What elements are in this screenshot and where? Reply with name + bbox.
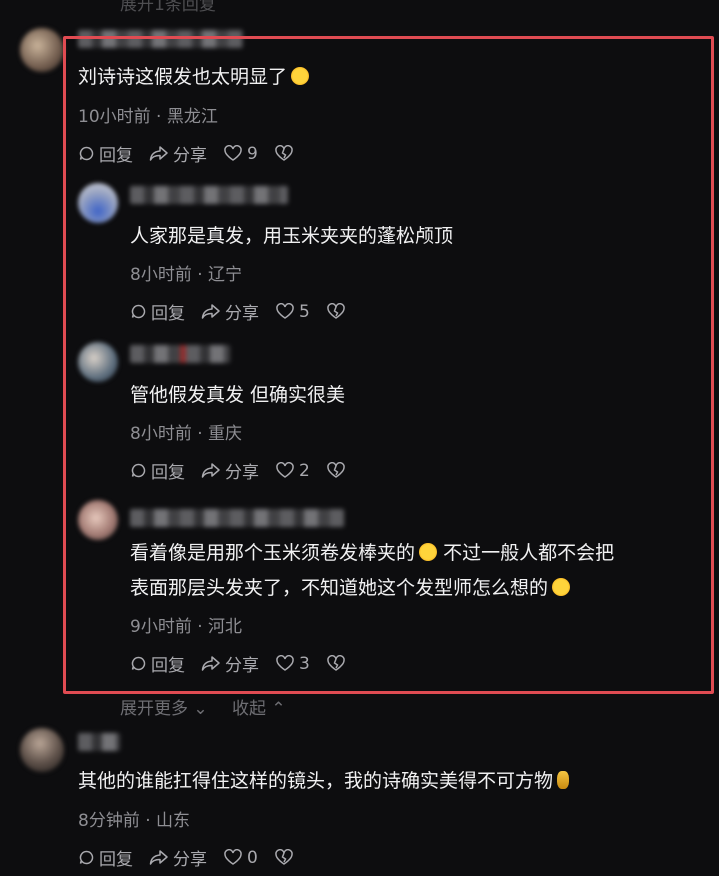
broken-heart-icon — [275, 145, 293, 161]
heart-icon — [276, 462, 294, 478]
reply-button[interactable]: 回复 — [130, 651, 185, 676]
reply-text-line2: 表面那层头发夹了，不知道她这个发型师怎么想的 — [130, 571, 571, 605]
reply-meta: 8小时前 · 辽宁 — [130, 265, 243, 285]
expand-more-link[interactable]: 展开更多 ⌄ — [120, 694, 208, 719]
share-icon — [149, 850, 168, 865]
reply-button[interactable]: 回复 — [78, 141, 133, 166]
reply-button[interactable]: 回复 — [78, 845, 133, 870]
broken-heart-icon — [327, 303, 345, 319]
heart-icon — [224, 849, 242, 865]
share-button[interactable]: 分享 — [201, 299, 259, 324]
username-blurred[interactable] — [130, 345, 230, 363]
comment-text: 刘诗诗这假发也太明显了 — [78, 60, 310, 94]
reply-icon — [79, 146, 94, 161]
share-button[interactable]: 分享 — [149, 141, 207, 166]
share-icon — [201, 463, 220, 478]
reply-text: 人家那是真发，用玉米夹夹的蓬松颅顶 — [130, 225, 454, 247]
dislike-button[interactable] — [274, 145, 298, 162]
share-icon — [201, 656, 220, 671]
username-blurred[interactable] — [78, 733, 120, 751]
avatar[interactable] — [20, 28, 64, 72]
share-icon — [201, 304, 220, 319]
like-button[interactable]: 2 — [275, 461, 310, 481]
dislike-button[interactable] — [326, 655, 350, 672]
comment-meta: 8分钟前 · 山东 — [78, 811, 191, 831]
reply-button[interactable]: 回复 — [130, 458, 185, 483]
reply-meta: 8小时前 · 重庆 — [130, 424, 243, 444]
avatar[interactable] — [20, 728, 64, 772]
like-button[interactable]: 9 — [223, 144, 258, 164]
heart-icon — [276, 303, 294, 319]
username-blurred[interactable] — [130, 509, 344, 527]
comment-actions: 回复 分享 0 — [78, 845, 314, 870]
reply-button[interactable]: 回复 — [130, 299, 185, 324]
reply-actions: 回复 分享 2 — [130, 458, 366, 483]
broken-heart-icon — [327, 655, 345, 671]
collapse-link[interactable]: 收起 ⌃ — [232, 694, 286, 719]
reply-icon — [79, 850, 94, 865]
comment-actions: 回复 分享 9 — [78, 141, 314, 166]
comment-meta: 10小时前 · 黑龙江 — [78, 107, 218, 127]
like-button[interactable]: 0 — [223, 848, 258, 868]
chevron-up-icon: ⌃ — [266, 699, 286, 719]
broken-heart-icon — [327, 462, 345, 478]
avatar[interactable] — [78, 183, 118, 223]
reply-actions: 回复 分享 5 — [130, 299, 366, 324]
reply-icon — [131, 463, 146, 478]
like-button[interactable]: 5 — [275, 302, 310, 322]
expand-replies-link[interactable]: 展开1条回复 — [120, 0, 216, 15]
gold-medal-emoji-icon — [557, 771, 570, 789]
reply-icon — [131, 656, 146, 671]
share-button[interactable]: 分享 — [149, 845, 207, 870]
broken-heart-icon — [275, 849, 293, 865]
chevron-down-icon: ⌄ — [188, 699, 208, 719]
reply-text: 看着像是用那个玉米须卷发棒夹的 不过一般人都不会把 — [130, 542, 615, 564]
heart-icon — [224, 145, 242, 161]
reply-text: 管他假发真发 但确实很美 — [130, 384, 346, 406]
share-button[interactable]: 分享 — [201, 458, 259, 483]
like-button[interactable]: 3 — [275, 654, 310, 674]
reply-actions: 回复 分享 3 — [130, 651, 366, 676]
comment-text: 其他的谁能扛得住这样的镜头，我的诗确实美得不可方物 — [78, 764, 570, 798]
laughing-crying-emoji-icon — [291, 67, 310, 85]
avatar[interactable] — [78, 342, 118, 382]
heart-icon — [276, 655, 294, 671]
share-icon — [149, 146, 168, 161]
crying-emoji-icon — [419, 543, 438, 561]
dislike-button[interactable] — [326, 462, 350, 479]
reply-icon — [131, 304, 146, 319]
dislike-button[interactable] — [274, 849, 298, 866]
reply-meta: 9小时前 · 河北 — [130, 617, 243, 637]
dislike-button[interactable] — [326, 303, 350, 320]
crying-emoji-icon — [552, 578, 571, 596]
share-button[interactable]: 分享 — [201, 651, 259, 676]
username-blurred[interactable] — [130, 186, 288, 204]
avatar[interactable] — [78, 500, 118, 540]
